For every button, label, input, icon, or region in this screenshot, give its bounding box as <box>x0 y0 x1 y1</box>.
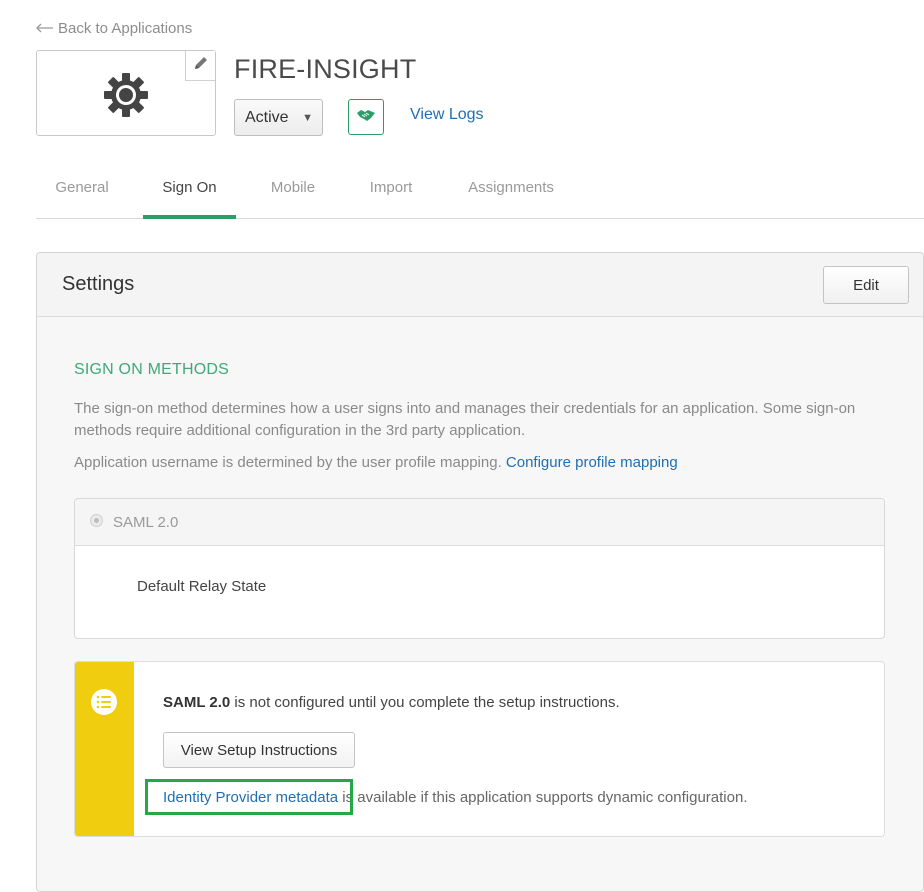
tab-bar: General Sign On Mobile Import Assignment… <box>36 170 924 219</box>
view-setup-instructions-button[interactable]: View Setup Instructions <box>163 732 355 768</box>
view-logs-link[interactable]: View Logs <box>410 106 484 124</box>
back-arrow-icon <box>36 20 54 37</box>
username-mapping-label: Application username is determined by th… <box>74 454 502 471</box>
gear-icon <box>103 72 149 123</box>
tab-mobile[interactable]: Mobile <box>250 170 336 218</box>
idp-metadata-suffix: is available if this application support… <box>338 789 748 806</box>
edit-button[interactable]: Edit <box>823 266 909 304</box>
saml-radio[interactable] <box>90 514 103 527</box>
saml-label: SAML 2.0 <box>113 514 179 531</box>
pencil-icon <box>193 55 209 76</box>
tab-import[interactable]: Import <box>348 170 434 218</box>
status-value: Active <box>245 108 289 126</box>
settings-title: Settings <box>62 273 135 295</box>
back-to-applications-link[interactable]: Back to Applications <box>36 20 192 37</box>
default-relay-state-label: Default Relay State <box>137 578 267 595</box>
sign-on-description: The sign-on method determines how a user… <box>74 400 856 439</box>
sign-on-methods-heading: SIGN ON METHODS <box>74 361 230 378</box>
list-icon <box>91 689 117 715</box>
saml-method-box: SAML 2.0 Default Relay State <box>74 498 885 639</box>
notice-bar <box>75 662 134 836</box>
notice-text: SAML 2.0 is not configured until you com… <box>163 694 620 711</box>
app-title: FIRE-INSIGHT <box>234 54 417 84</box>
app-logo <box>36 50 216 136</box>
status-dropdown[interactable]: Active ▼ <box>234 99 323 136</box>
tab-general[interactable]: General <box>36 170 128 218</box>
notice-message: is not configured until you complete the… <box>230 694 620 711</box>
back-link-label: Back to Applications <box>58 20 193 37</box>
tab-assignments[interactable]: Assignments <box>446 170 576 218</box>
handshake-icon <box>356 108 376 127</box>
push-button[interactable] <box>348 99 384 135</box>
configure-profile-mapping-link[interactable]: Configure profile mapping <box>506 454 678 471</box>
highlight-box <box>145 779 353 815</box>
settings-header: Settings Edit <box>37 253 923 317</box>
edit-logo-button[interactable] <box>185 51 215 81</box>
caret-down-icon: ▼ <box>302 111 313 124</box>
notice-bold: SAML 2.0 <box>163 694 231 711</box>
username-mapping-text: Application username is determined by th… <box>74 454 678 471</box>
saml-option: SAML 2.0 <box>75 499 884 546</box>
tab-sign-on[interactable]: Sign On <box>143 170 236 219</box>
